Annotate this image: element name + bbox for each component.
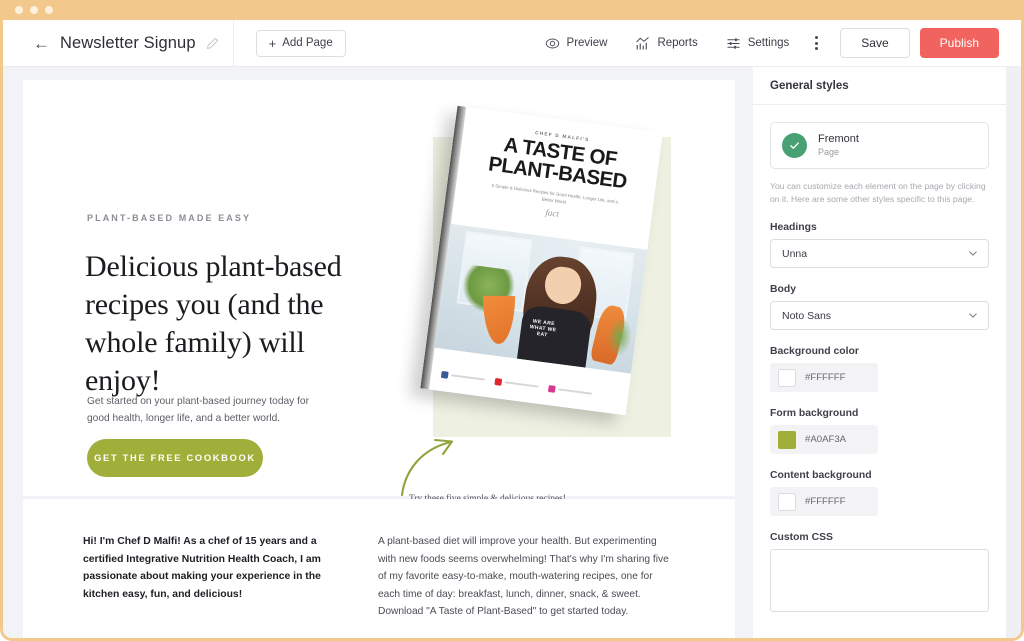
reports-label: Reports — [657, 37, 698, 49]
styles-panel-title: General styles — [770, 79, 849, 92]
body-font-select[interactable]: Noto Sans — [770, 301, 989, 330]
hero-inner: PLANT-BASED MADE EASY Delicious plant-ba… — [23, 80, 735, 504]
styles-panel-body: Fremont Page You can customize each elem… — [753, 105, 1006, 617]
window-minimize-dot[interactable] — [30, 6, 38, 14]
save-button[interactable]: Save — [840, 28, 910, 58]
hero-section[interactable]: PLANT-BASED MADE EASY Delicious plant-ba… — [23, 80, 735, 504]
content-background-swatch[interactable] — [778, 492, 796, 511]
custom-css-label: Custom CSS — [770, 532, 833, 543]
background-color-swatch[interactable] — [778, 368, 796, 387]
app-toolbar: ← Newsletter Signup + Add Page Preview R… — [3, 19, 1021, 67]
settings-label: Settings — [747, 37, 790, 49]
headings-label: Headings — [770, 222, 817, 233]
book-badge — [493, 364, 541, 403]
background-color-label: Background color — [770, 346, 859, 357]
bio-column[interactable]: Hi! I'm Chef D Malfi! As a chef of 15 ye… — [83, 533, 321, 603]
window-maximize-dot[interactable] — [45, 6, 53, 14]
theme-subtitle: Page — [818, 147, 840, 157]
theme-card[interactable]: Fremont Page — [770, 122, 989, 169]
form-background-label: Form background — [770, 408, 859, 419]
toolbar-right-group: Preview Reports Settings Save Publish — [531, 28, 1021, 58]
theme-text-group: Fremont Page — [818, 132, 859, 159]
kebab-menu-icon[interactable] — [803, 28, 830, 58]
preview-label: Preview — [566, 37, 608, 49]
description-column[interactable]: A plant-based diet will improve your hea… — [378, 533, 673, 621]
hero-headline[interactable]: Delicious plant-based recipes you (and t… — [85, 248, 345, 400]
theme-name: Fremont — [818, 133, 859, 145]
reports-button[interactable]: Reports — [621, 30, 711, 57]
add-page-label: Add Page — [282, 37, 333, 49]
page-canvas[interactable]: PLANT-BASED MADE EASY Delicious plant-ba… — [3, 67, 753, 638]
panel-helper-text: You can customize each element on the pa… — [770, 181, 986, 204]
photo-greens-right — [605, 315, 635, 359]
workspace: PLANT-BASED MADE EASY Delicious plant-ba… — [3, 67, 1021, 638]
background-color-value: #FFFFFF — [805, 372, 846, 383]
hero-subcopy[interactable]: Get started on your plant-based journey … — [87, 393, 319, 427]
headings-font-select[interactable]: Unna — [770, 239, 989, 268]
pencil-icon[interactable] — [206, 37, 219, 50]
curved-arrow-icon — [400, 438, 454, 497]
content-background-value: #FFFFFF — [805, 496, 846, 507]
content-background-field[interactable]: #FFFFFF — [770, 487, 878, 516]
get-free-cookbook-button[interactable]: GET THE FREE COOKBOOK — [87, 439, 263, 477]
sliders-icon — [727, 37, 740, 49]
form-background-swatch[interactable] — [778, 430, 796, 449]
toolbar-left-group: ← Newsletter Signup — [3, 19, 234, 67]
app-window: ← Newsletter Signup + Add Page Preview R… — [0, 0, 1024, 641]
plus-icon: + — [268, 35, 277, 51]
headings-font-value: Unna — [782, 247, 808, 260]
custom-css-textarea[interactable] — [770, 549, 989, 612]
page-title: Newsletter Signup — [60, 33, 196, 52]
styles-panel-header: General styles — [753, 67, 1006, 105]
publish-button[interactable]: Publish — [919, 28, 999, 58]
chevron-down-icon — [969, 251, 977, 256]
form-background-value: #A0AF3A — [805, 434, 847, 445]
check-circle-icon — [782, 133, 807, 158]
background-color-field[interactable]: #FFFFFF — [770, 363, 878, 392]
body-label: Body — [770, 284, 796, 295]
window-titlebar — [3, 0, 1021, 20]
book-badge — [546, 371, 594, 410]
body-font-value: Noto Sans — [782, 309, 832, 322]
styles-panel: General styles Fremont Page You can cust… — [753, 67, 1021, 638]
window-close-dot[interactable] — [15, 6, 23, 14]
book-cover-image[interactable]: CHEF D MALFI'S A TASTE OF PLANT-BASED 5 … — [420, 105, 663, 416]
settings-button[interactable]: Settings — [712, 30, 804, 57]
hero-eyebrow[interactable]: PLANT-BASED MADE EASY — [87, 213, 251, 223]
preview-button[interactable]: Preview — [531, 30, 622, 57]
add-page-button[interactable]: + Add Page — [255, 29, 346, 57]
form-background-field[interactable]: #A0AF3A — [770, 425, 878, 454]
back-arrow-icon[interactable]: ← — [33, 35, 50, 52]
book-badge — [439, 357, 487, 396]
bar-chart-icon — [636, 36, 650, 49]
content-background-label: Content background — [770, 470, 872, 481]
eye-icon — [545, 38, 559, 48]
chevron-down-icon — [969, 313, 977, 318]
photo-carrots — [482, 295, 515, 344]
styles-panel-card: General styles Fremont Page You can cust… — [753, 67, 1006, 638]
